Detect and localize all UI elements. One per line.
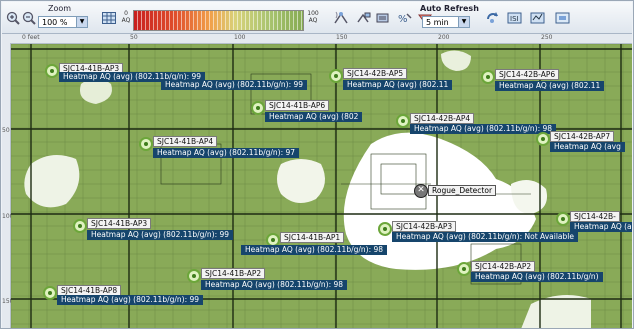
- ap-heatmap-label: Heatmap AQ (avg) (802.11: [495, 81, 605, 91]
- chevron-down-icon: ▼: [76, 17, 87, 27]
- access-point-icon[interactable]: [187, 269, 201, 283]
- rogue-detector-icon[interactable]: ✕: [414, 184, 428, 198]
- ap-heatmap-label: Heatmap AQ (avg) (802.11b/g/n): 98: [410, 124, 557, 134]
- access-point-icon[interactable]: [556, 212, 570, 226]
- ap-heatmap-label: Heatmap AQ (a: [570, 222, 632, 232]
- ruler-top: 0 feet 50 100 150 200 250: [2, 34, 632, 44]
- grid-icon[interactable]: [100, 9, 118, 27]
- ap-name-label: SJC14-41B-AP6: [265, 100, 330, 111]
- svg-text:%: %: [398, 14, 408, 25]
- zoom-value: 100 %: [42, 18, 68, 27]
- ruler-tick: 100: [234, 34, 246, 41]
- rogue-layer-icon[interactable]: [374, 9, 392, 27]
- ap-heatmap-label: Heatmap AQ (avg) (802.11b/g/n): 98: [201, 280, 348, 290]
- ruler-tick: 150: [336, 34, 348, 41]
- access-point-icon[interactable]: [43, 286, 57, 300]
- legend-min-label: 0 AQ: [121, 10, 131, 24]
- ruler-tick: 0 feet: [22, 34, 40, 41]
- auto-refresh-select[interactable]: 5 min ▼: [422, 16, 470, 28]
- ruler-tick: 50: [2, 127, 10, 134]
- ap-name-label: SJC14-42B-AP2: [471, 261, 536, 272]
- ap-heatmap-label: Heatmap AQ (avg) (802.11b/g/n): Not Avai…: [392, 232, 578, 242]
- ap-name-label: SJC14-41B-AP2: [201, 268, 266, 279]
- ruler-tick: 200: [438, 34, 450, 41]
- ap-heatmap-label: Heatmap AQ (avg) (802.11b/g/n): 99: [57, 295, 204, 305]
- auto-refresh-value: 5 min: [426, 18, 449, 27]
- tag-layer-icon[interactable]: %: [396, 9, 414, 27]
- legend-max-label: 100 AQ: [307, 10, 319, 24]
- access-point-icon[interactable]: [73, 219, 87, 233]
- access-point-icon[interactable]: [481, 70, 495, 84]
- refresh-icon[interactable]: [484, 9, 502, 27]
- map-toolbar: Zoom 100 % ▼ 0 AQ 100 AQ % Auto Refresh …: [2, 2, 632, 34]
- ruler-tick: 250: [541, 34, 553, 41]
- ap-name-label: SJC14-42B-AP6: [495, 69, 560, 80]
- ap-name-label: SJC14-42B-AP7: [550, 131, 615, 142]
- ap-name-label: SJC14-41B-AP1: [280, 232, 345, 243]
- ap-name-label: SJC14-41B-AP3: [87, 218, 152, 229]
- access-point-icon[interactable]: [536, 132, 550, 146]
- ap-heatmap-label: Heatmap AQ (avg) (802.11b/g/n): [471, 272, 603, 282]
- access-point-icon[interactable]: [45, 64, 59, 78]
- settings-icon[interactable]: [529, 9, 547, 27]
- ap-name-label: SJC14-42B-: [570, 211, 620, 222]
- map-viewer: Zoom 100 % ▼ 0 AQ 100 AQ % Auto Refresh …: [0, 0, 634, 329]
- svg-text:ISI: ISI: [510, 15, 519, 23]
- ap-name-label: SJC14-41B-AP4: [153, 136, 218, 147]
- access-point-icon[interactable]: [251, 101, 265, 115]
- chevron-down-icon: ▼: [458, 17, 469, 27]
- access-point-icon[interactable]: [457, 262, 471, 276]
- ruler-tick: 50: [130, 34, 138, 41]
- ruler-left: 50 100 150: [2, 43, 13, 328]
- access-point-icon[interactable]: [139, 137, 153, 151]
- access-point-icon[interactable]: [396, 114, 410, 128]
- zoom-select[interactable]: 100 % ▼: [38, 16, 88, 28]
- air-quality-legend-bar: [133, 10, 304, 31]
- map-toggle-icon[interactable]: ISI: [506, 9, 524, 27]
- ap-heatmap-label: Heatmap AQ (avg) (802: [265, 112, 363, 122]
- ap-heatmap-label: Heatmap AQ (avg) (802.11: [343, 80, 453, 90]
- ap-heatmap-label: Heatmap AQ (avg) (802.11b/g/n): 99: [87, 230, 234, 240]
- auto-refresh-label: Auto Refresh: [420, 4, 479, 13]
- zoom-out-icon[interactable]: [20, 9, 38, 27]
- ap-heatmap-label: Heatmap AQ (avg: [550, 142, 625, 152]
- access-point-icon[interactable]: [329, 69, 343, 83]
- legend-icon[interactable]: [554, 9, 572, 27]
- ap-name-label: SJC14-42B-AP3: [392, 221, 457, 232]
- client-layer-icon[interactable]: [354, 9, 372, 27]
- rogue-detector-label: Rogue_Detector: [428, 185, 497, 196]
- ap-heatmap-label: Heatmap AQ (avg) (802.11b/g/n): 99: [161, 80, 308, 90]
- ap-name-label: SJC14-42B-AP5: [343, 68, 408, 79]
- access-point-icon[interactable]: [378, 222, 392, 236]
- ap-heatmap-label: Heatmap AQ (avg) (802.11b/g/n): 97: [153, 148, 300, 158]
- ap-name-label: SJC14-42B-AP4: [410, 113, 475, 124]
- ap-heatmap-label: Heatmap AQ (avg) (802.11b/g/n): 98: [241, 245, 388, 255]
- zoom-label: Zoom: [48, 4, 72, 13]
- floor-heatmap[interactable]: SJC14-41B-AP3 Heatmap AQ (avg) (802.11b/…: [11, 44, 632, 328]
- ap-layer-icon[interactable]: [332, 9, 350, 27]
